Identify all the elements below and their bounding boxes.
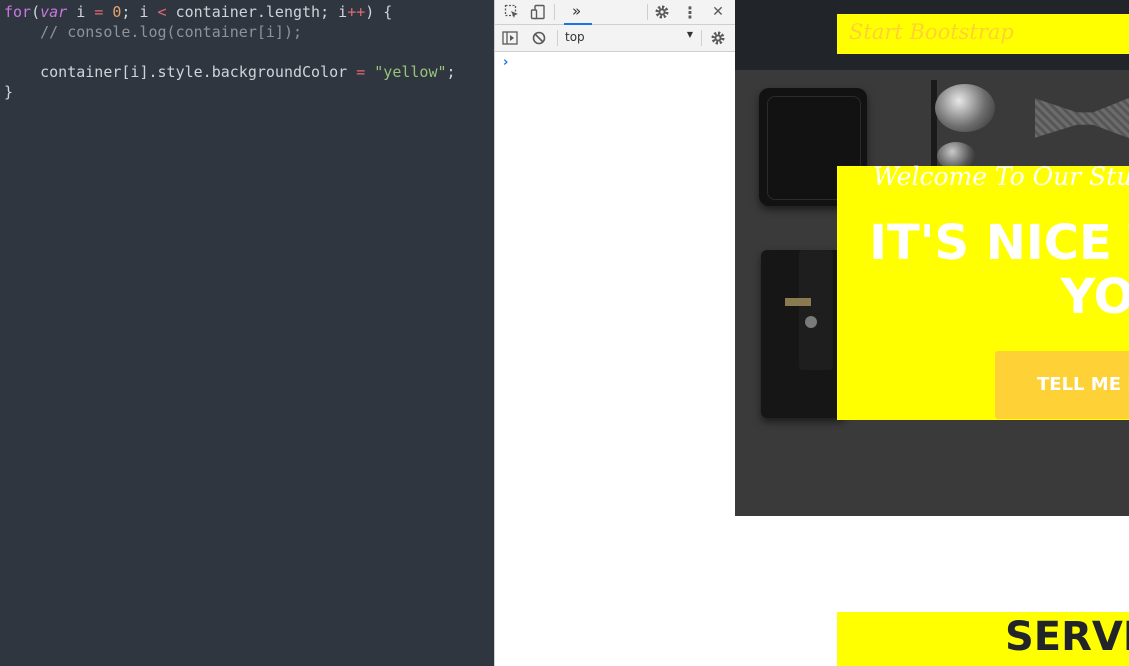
navbar: Start Bootstrap: [735, 0, 1129, 70]
toolbar-divider: [647, 4, 648, 20]
context-select-value: top: [565, 30, 585, 44]
card-chip: [785, 298, 811, 306]
code-line-5: }: [4, 83, 14, 101]
services-heading: SERVICES: [1005, 614, 1129, 660]
card-wallet-snap: [805, 316, 817, 328]
card-wallet-strap: [799, 250, 833, 370]
devtools-panel: » ⋮ ✕ top ▼ ›: [494, 0, 735, 666]
navbar-brand[interactable]: Start Bootstrap: [849, 20, 1014, 44]
toolbar-divider: [554, 4, 555, 20]
console-prompt-icon[interactable]: ›: [503, 55, 508, 70]
cursor-select-icon[interactable]: [503, 3, 521, 21]
code-line-4: container[i].style.backgroundColor = "ye…: [4, 63, 456, 81]
brand-container: Start Bootstrap: [837, 14, 1129, 54]
toolbar-divider: [701, 30, 702, 46]
close-icon[interactable]: ✕: [709, 2, 727, 22]
code-line-2: // console.log(container[i]);: [40, 23, 303, 41]
chevron-double-right-icon: »: [572, 2, 582, 20]
code-block[interactable]: for(var i = 0; i < container.length; i++…: [0, 0, 494, 102]
hero-container: IT'S NICE TO MEET YOU TELL ME MORE: [837, 166, 1129, 420]
hero-heading: IT'S NICE TO MEET YOU: [869, 215, 1129, 325]
bowtie-image: [1035, 95, 1129, 141]
devtools-tabbar: » ⋮ ✕: [495, 0, 735, 25]
more-tabs-button[interactable]: »: [564, 0, 592, 25]
sunglasses-lens: [935, 84, 995, 132]
context-select[interactable]: top ▼: [565, 30, 693, 46]
services-container: SERVICES: [837, 612, 1129, 666]
tell-me-more-button[interactable]: TELL ME MORE: [995, 351, 1129, 419]
block-icon[interactable]: [530, 30, 548, 46]
gear-icon[interactable]: [653, 3, 671, 21]
device-toolbar-icon[interactable]: [529, 3, 547, 21]
console-toolbar: top ▼: [495, 25, 735, 52]
hero-lead-in: Welcome To Our Studio!: [873, 162, 1129, 191]
toolbar-divider: [557, 30, 558, 46]
code-line-1: for(var i = 0; i < container.length; i++…: [4, 3, 393, 21]
more-menu-icon[interactable]: ⋮: [681, 2, 699, 22]
dropdown-arrow-icon: ▼: [686, 30, 693, 39]
console-settings-gear-icon[interactable]: [709, 29, 727, 47]
masthead: IT'S NICE TO MEET YOU TELL ME MORE Welco…: [735, 70, 1129, 516]
show-sidebar-icon[interactable]: [501, 30, 519, 46]
code-editor[interactable]: for(var i = 0; i < container.length; i++…: [0, 0, 494, 666]
page-preview: Start Bootstrap IT'S NICE TO MEET YOU TE…: [735, 0, 1129, 666]
